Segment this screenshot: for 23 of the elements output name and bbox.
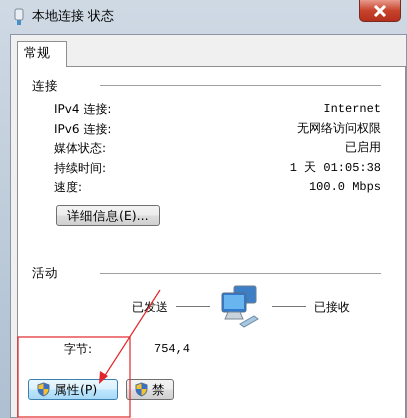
field-label: 速度: [54,179,82,196]
bytes-label: 字节: [64,340,94,358]
details-button[interactable]: 详细信息(E)... [56,204,160,226]
field-label: IPv4 连接: [54,101,112,118]
group-heading: 活动 [32,264,58,282]
field-label: 持续时间: [54,160,106,176]
button[interactable]: 属性(P) [28,378,118,400]
tab[interactable]: 常规 [17,41,67,66]
field-value: 100.0 Mbps [308,179,381,196]
close-button[interactable] [359,0,401,22]
button[interactable]: 禁 [126,378,174,400]
group-heading: 连接 [32,76,58,94]
field-value: 已启用 [345,140,381,157]
field-label: 媒体状态: [54,140,106,157]
close-icon [373,4,387,16]
window-title: 本地连接 状态 [32,8,114,26]
field-label: IPv6 连接: [54,120,112,138]
bytes-sent-value: 754,4 [154,340,190,358]
field-value: 1 天 01:05:38 [290,160,381,176]
received-label: 已接收 [314,298,350,316]
field-value: 无网络访问权限 [297,120,381,138]
field-value: Internet [323,101,381,118]
network-adapter-icon [14,8,24,26]
